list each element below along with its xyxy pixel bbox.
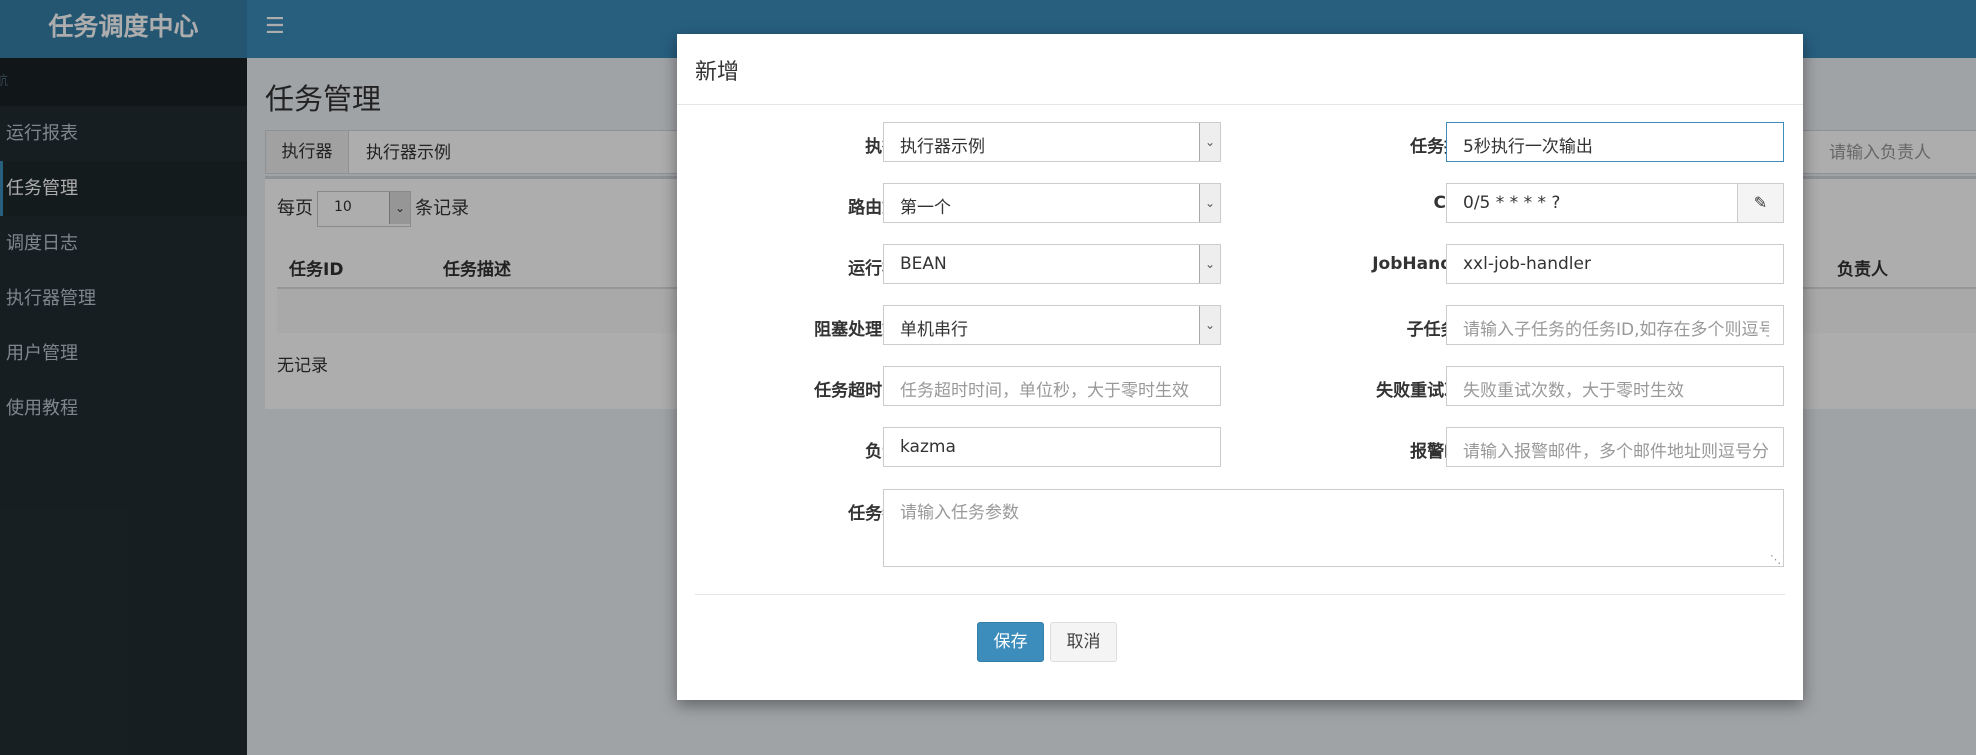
modal-title: 新增 [695, 60, 740, 85]
modal-header: 新增 [677, 34, 1803, 105]
chevron-down-icon: ⌄ [1199, 123, 1220, 161]
chevron-down-icon: ⌄ [1199, 245, 1220, 283]
alarm-email-input[interactable]: 请输入报警邮件，多个邮件地址则逗号分隔 [1446, 427, 1784, 467]
author-input[interactable]: kazma [883, 427, 1221, 467]
retry-count-input[interactable]: 失败重试次数，大于零时生效 [1446, 366, 1784, 406]
resize-handle-icon[interactable]: ⋱ [1770, 553, 1781, 566]
block-strategy-select[interactable]: 单机串行 ⌄ [883, 305, 1221, 345]
child-job-input[interactable]: 请输入子任务的任务ID,如存在多个则逗号分隔 [1446, 305, 1784, 345]
glue-type-select[interactable]: BEAN ⌄ [883, 244, 1221, 284]
job-param-textarea[interactable]: 请输入任务参数 ⋱ [883, 489, 1784, 567]
chevron-down-icon: ⌄ [1199, 184, 1220, 222]
cron-input[interactable]: 0/5 * * * * ? ✎ [1446, 183, 1784, 223]
modal-divider [695, 594, 1785, 595]
save-button[interactable]: 保存 [977, 622, 1044, 662]
job-desc-input[interactable]: 5秒执行一次输出 [1446, 122, 1784, 162]
executor-select[interactable]: 执行器示例 ⌄ [883, 122, 1221, 162]
job-handler-input[interactable]: xxl-job-handler [1446, 244, 1784, 284]
chevron-down-icon: ⌄ [1199, 306, 1220, 344]
timeout-input[interactable]: 任务超时时间，单位秒，大于零时生效 [883, 366, 1221, 406]
edit-icon[interactable]: ✎ [1737, 184, 1783, 222]
cancel-button[interactable]: 取消 [1050, 622, 1117, 662]
route-strategy-select[interactable]: 第一个 ⌄ [883, 183, 1221, 223]
add-job-modal: 新增 执行器* 执行器示例⌄ 任务描述* 5秒执行一次输出 路由策略* 第一个⌄… [677, 34, 1803, 700]
